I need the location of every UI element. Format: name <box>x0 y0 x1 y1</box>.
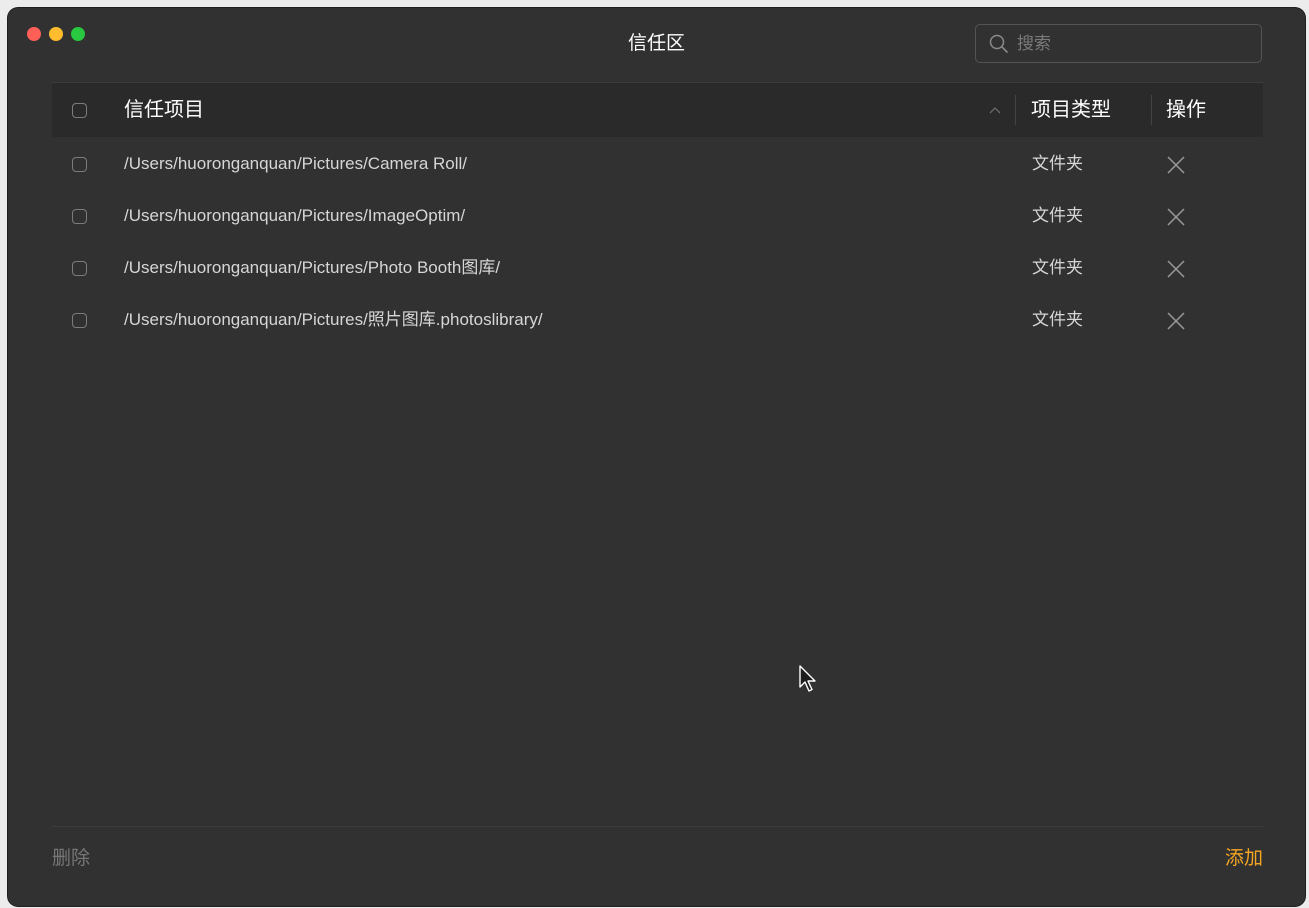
row-type: 文件夹 <box>1032 154 1083 173</box>
search-box[interactable] <box>975 24 1262 63</box>
table-row[interactable]: /Users/huoronganquan/Pictures/照片图库.photo… <box>52 295 1263 347</box>
row-type: 文件夹 <box>1032 258 1083 277</box>
search-input[interactable] <box>1017 33 1237 54</box>
row-type: 文件夹 <box>1032 310 1083 329</box>
column-divider <box>1151 95 1152 125</box>
row-checkbox[interactable] <box>72 313 87 328</box>
close-icon[interactable] <box>1166 311 1186 331</box>
column-header-type[interactable]: 项目类型 <box>1031 98 1111 122</box>
table-row[interactable]: /Users/huoronganquan/Pictures/Camera Rol… <box>52 139 1263 191</box>
sort-ascending-icon[interactable] <box>989 105 1001 115</box>
close-icon[interactable] <box>1166 259 1186 279</box>
mouse-pointer-icon <box>799 665 816 692</box>
footer-divider <box>52 826 1263 827</box>
table-header: 信任项目 项目类型 操作 <box>52 83 1263 137</box>
delete-button[interactable]: 删除 <box>52 847 90 871</box>
row-type: 文件夹 <box>1032 206 1083 225</box>
column-header-action: 操作 <box>1166 99 1206 121</box>
search-icon <box>989 34 1008 53</box>
column-divider <box>1015 95 1016 125</box>
table-row[interactable]: /Users/huoronganquan/Pictures/ImageOptim… <box>52 191 1263 243</box>
column-header-item[interactable]: 信任项目 <box>124 98 204 122</box>
row-path: /Users/huoronganquan/Pictures/Camera Rol… <box>124 154 468 173</box>
select-all-checkbox[interactable] <box>72 103 87 118</box>
row-path: /Users/huoronganquan/Pictures/ImageOptim… <box>124 206 466 225</box>
table-row[interactable]: /Users/huoronganquan/Pictures/Photo Boot… <box>52 243 1263 295</box>
row-checkbox[interactable] <box>72 209 87 224</box>
close-icon[interactable] <box>1166 207 1186 227</box>
row-checkbox[interactable] <box>72 157 87 172</box>
row-path: /Users/huoronganquan/Pictures/照片图库.photo… <box>124 310 543 329</box>
row-path: /Users/huoronganquan/Pictures/Photo Boot… <box>124 258 501 277</box>
trust-zone-window: 信任区 信任项目 项目类型 操作 /Users/huoronganquan/Pi… <box>8 8 1305 906</box>
row-checkbox[interactable] <box>72 261 87 276</box>
close-icon[interactable] <box>1166 155 1186 175</box>
add-button[interactable]: 添加 <box>1225 847 1263 871</box>
